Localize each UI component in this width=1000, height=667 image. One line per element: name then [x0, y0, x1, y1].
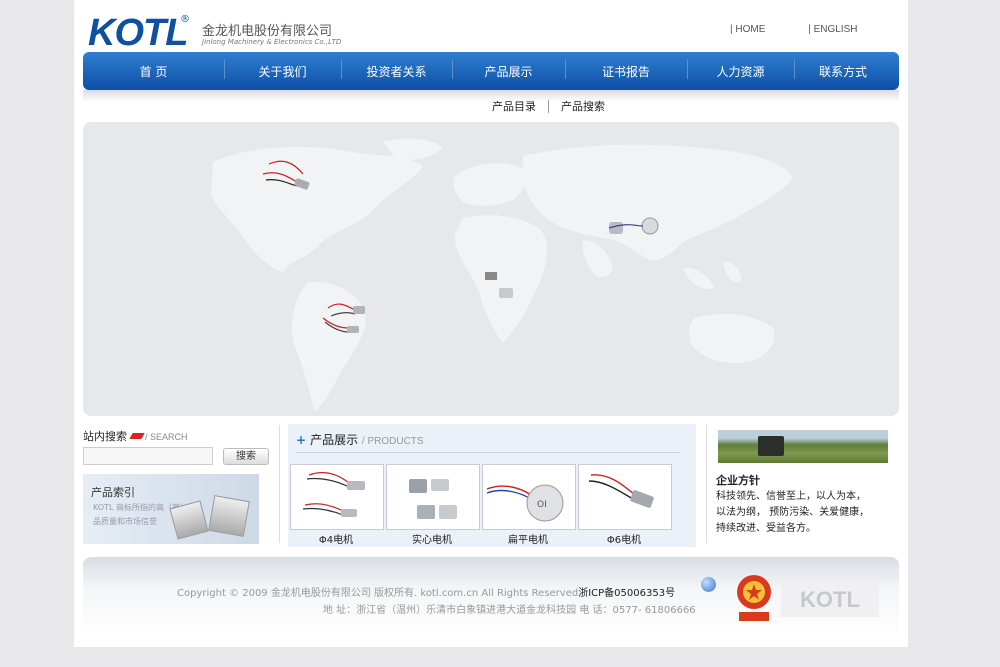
search-title: 站内搜索: [83, 430, 127, 443]
product-label-phi4[interactable]: Φ4电机: [290, 531, 382, 546]
product-label-solid[interactable]: 实心电机: [386, 531, 478, 546]
product-thumb-phi6[interactable]: [578, 464, 672, 530]
product-thumb-flat[interactable]: OI: [482, 464, 576, 530]
products-title-en: / PRODUCTS: [361, 436, 424, 447]
search-heading: 站内搜索 / SEARCH: [83, 428, 188, 444]
product-image-phi6: [588, 474, 654, 508]
nav-item-hr[interactable]: 人力资源: [687, 58, 794, 80]
sub-nav: 产品目录 产品搜索: [480, 98, 617, 114]
copyright-text: Copyright © 2009 金龙机电股份有限公司 版权所有. kotl.c…: [177, 588, 579, 599]
globe-icon[interactable]: [701, 577, 716, 592]
products-title: 产品展示: [310, 433, 359, 447]
plus-icon: +: [296, 433, 307, 447]
corporate-line-2: 以法为纲， 预防污染、关爱健康，: [716, 507, 870, 518]
corporate-landscape-image: [718, 430, 888, 463]
index-title: 产品索引: [91, 486, 135, 499]
page: KOTL ® 金龙机电股份有限公司 Jinlong Machinery & El…: [74, 0, 908, 647]
nav-item-about[interactable]: 关于我们: [224, 58, 341, 80]
product-label-phi6[interactable]: Φ6电机: [578, 531, 670, 546]
nav-item-certificates[interactable]: 证书报告: [565, 58, 687, 80]
svg-text:OI: OI: [537, 500, 547, 510]
company-name-cn: 金龙机电股份有限公司: [202, 24, 333, 39]
top-links: HOME ENGLISH: [730, 24, 897, 35]
nav-item-contact[interactable]: 联系方式: [794, 58, 892, 80]
nav-item-home[interactable]: 首 页: [83, 63, 224, 80]
main-nav: 首 页 关于我们 投资者关系 产品展示 证书报告 人力资源 联系方式: [83, 52, 899, 90]
index-motor-image: [169, 500, 209, 540]
logo[interactable]: KOTL: [88, 12, 188, 55]
world-map: [211, 138, 793, 412]
footer: Copyright © 2009 金龙机电股份有限公司 版权所有. kotl.c…: [83, 557, 899, 635]
company-name-en: Jinlong Machinery & Electronics Co.,LTD: [202, 38, 342, 46]
product-image-flat: OI: [486, 484, 564, 522]
product-image-solid: [409, 479, 457, 519]
products-heading: + 产品展示 / PRODUCTS: [296, 431, 424, 448]
footer-logo: KOTL: [781, 583, 879, 617]
icp-license[interactable]: 浙ICP备05006353号: [578, 588, 675, 599]
product-thumb-phi4[interactable]: [290, 464, 384, 530]
corporate-policy-title: 企业方针: [716, 474, 760, 487]
home-link[interactable]: HOME: [730, 24, 765, 35]
divider: [706, 425, 707, 543]
flag-icon: [129, 433, 145, 439]
corporate-line-3: 持续改进、受益各方。: [716, 523, 816, 534]
business-license-badge-icon[interactable]: [733, 572, 775, 624]
product-thumb-solid[interactable]: [386, 464, 480, 530]
search-input[interactable]: [83, 447, 213, 465]
corporate-line-1: 科技领先、信誉至上，以人为本，: [716, 491, 866, 502]
corporate-policy-text: 科技领先、信誉至上，以人为本， 以法为纲， 预防污染、关爱健康， 持续改进、受益…: [716, 489, 896, 537]
nav-item-products[interactable]: 产品展示: [452, 58, 565, 80]
nav-item-investors[interactable]: 投资者关系: [341, 58, 452, 80]
subnav-search[interactable]: 产品搜索: [548, 100, 617, 113]
product-label-flat[interactable]: 扁平电机: [482, 531, 574, 546]
address: 地 址：浙江省（温州）乐清市白象镇进港大道金龙科技园 电 话：0577- 618…: [323, 605, 696, 616]
tractor-shape: [758, 436, 784, 456]
world-map-banner: [83, 122, 899, 416]
index-motor-image: [208, 495, 250, 537]
products-rule: [296, 452, 680, 453]
product-image-phi4: [302, 471, 365, 517]
search-button[interactable]: 搜索: [223, 448, 269, 465]
english-link[interactable]: ENGLISH: [808, 24, 857, 35]
subnav-catalog[interactable]: 产品目录: [480, 100, 548, 113]
products-panel: + 产品展示 / PRODUCTS Φ4电机 实心电机 OI 扁平电机 Φ6电机: [288, 424, 696, 547]
divider: [279, 425, 280, 543]
registered-mark: ®: [180, 14, 190, 25]
copyright: Copyright © 2009 金龙机电股份有限公司 版权所有. kotl.c…: [177, 584, 675, 599]
product-index-banner[interactable]: 产品索引 KOTL 商标所指的高（亮） 品质量和市场信誉: [83, 474, 259, 544]
search-title-en: / SEARCH: [145, 432, 188, 442]
header: KOTL ® 金龙机电股份有限公司 Jinlong Machinery & El…: [74, 0, 908, 55]
